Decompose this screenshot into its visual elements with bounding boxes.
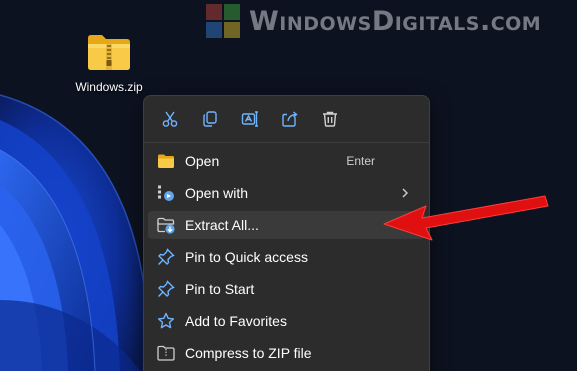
trash-icon [323,111,337,127]
red-arrow-annotation [383,195,549,241]
pin-icon [157,280,175,298]
menu-item-label: Add to Favorites [185,313,287,329]
zip-icon [157,344,175,362]
menu-item-label: Extract All... [185,217,259,233]
desktop-icon-windows-zip[interactable]: Windows.zip [70,32,148,94]
desktop-icon-label: Windows.zip [75,80,143,94]
menu-item-compress-zip[interactable]: Compress to ZIP file [148,339,425,367]
copy-button[interactable] [196,105,224,133]
pin-icon [157,248,175,266]
share-button[interactable] [276,105,304,133]
windows-logo-icon [206,4,240,38]
menu-item-label: Open [185,153,220,169]
watermark-text: WindowsDigitals.com [249,5,542,37]
menu-item-pin-start[interactable]: Pin to Start [148,275,425,303]
scissors-icon [162,111,178,127]
menu-item-label: Compress to ZIP file [185,345,312,361]
menu-item-open[interactable]: Open Enter [148,147,425,175]
watermark: WindowsDigitals.com [205,0,541,42]
open-with-icon [157,184,175,202]
quick-actions-bar [144,96,429,143]
shortcut-text: Enter [346,154,375,168]
desktop: WindowsDigitals.com Windows.zip Open Ent… [0,0,577,371]
rename-button[interactable] [236,105,264,133]
zip-folder-icon [88,35,130,70]
share-icon [282,111,298,127]
extract-icon [157,216,175,234]
copy-icon [203,111,217,127]
menu-item-label: Pin to Quick access [185,249,308,265]
menu-item-label: Pin to Start [185,281,255,297]
rename-icon [241,111,258,127]
star-icon [157,312,175,330]
menu-item-label: Open with [185,185,249,201]
delete-button[interactable] [316,105,344,133]
folder-open-icon [157,152,175,170]
cut-button[interactable] [156,105,184,133]
context-menu-items: Open Enter Open with Extract All... Pin … [144,143,429,367]
menu-item-add-favorites[interactable]: Add to Favorites [148,307,425,335]
